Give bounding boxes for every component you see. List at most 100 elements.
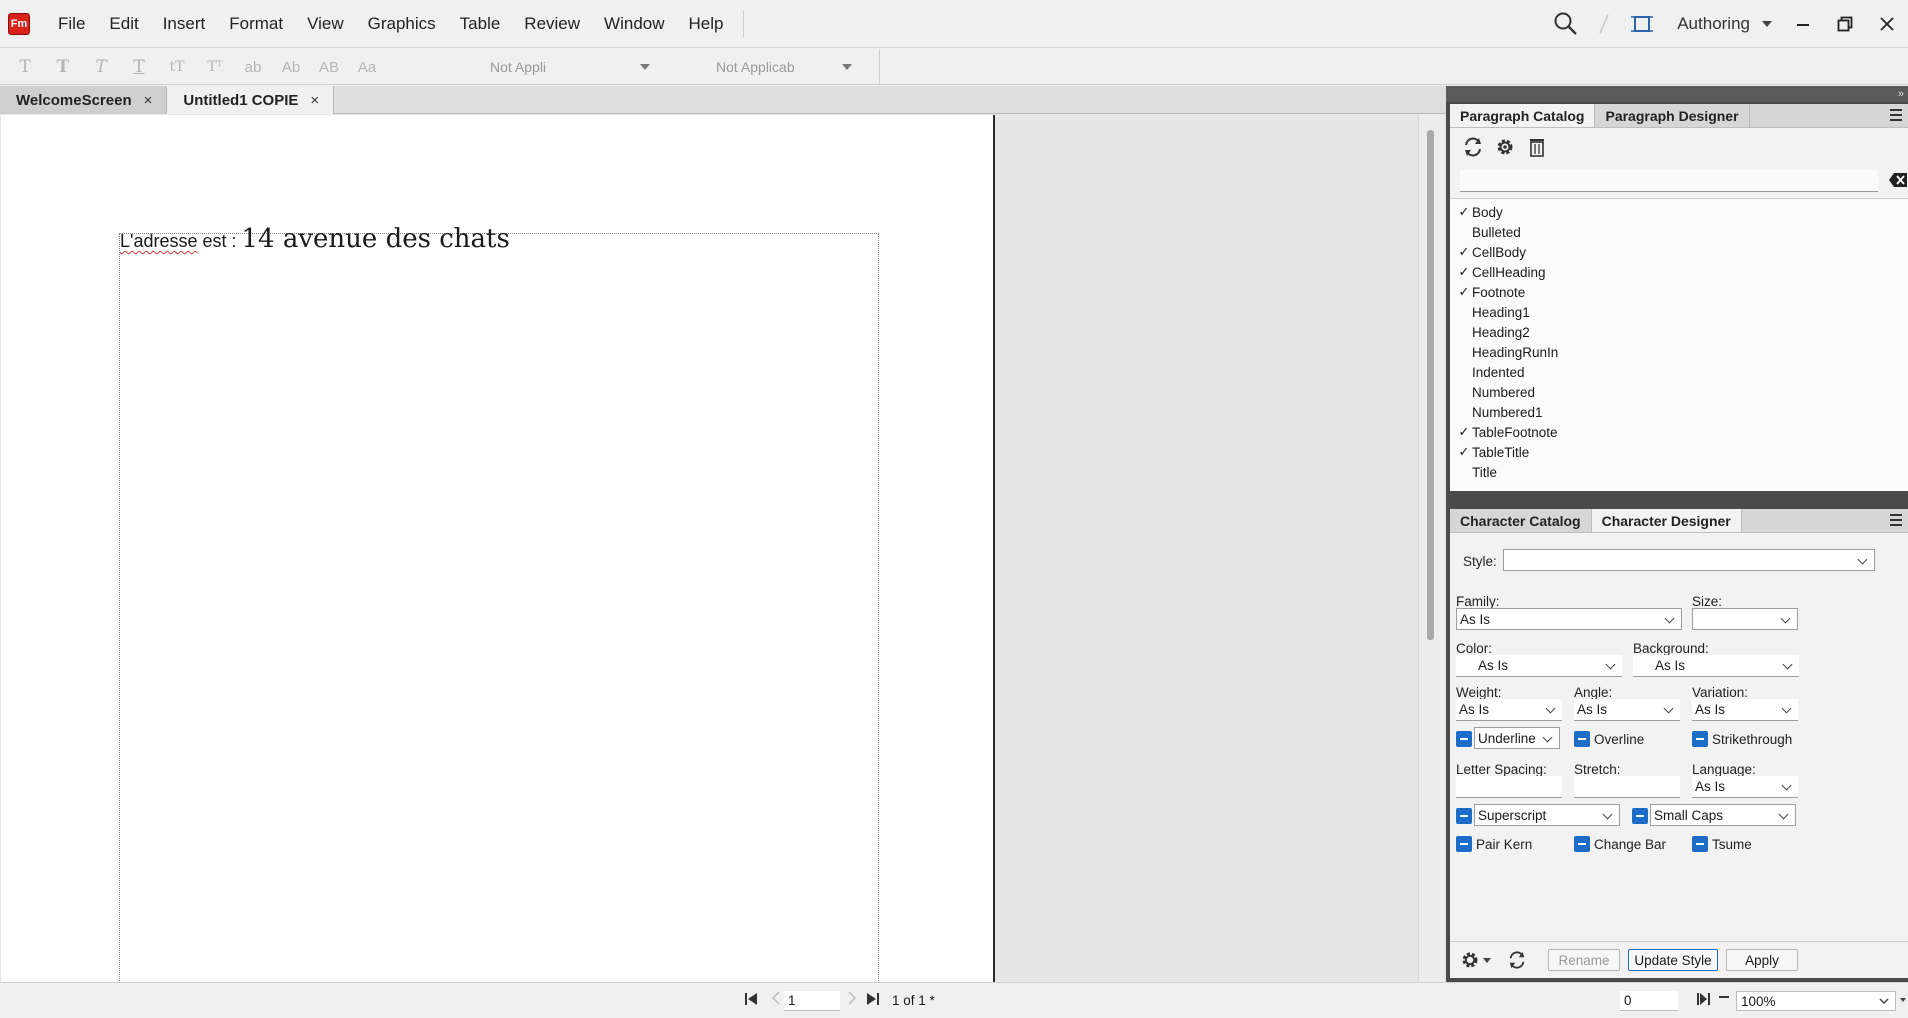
tab-character-designer[interactable]: Character Designer	[1591, 509, 1742, 532]
tab-paragraph-catalog[interactable]: Paragraph Catalog	[1450, 104, 1596, 127]
close-window-button[interactable]	[1866, 6, 1908, 42]
menu-format[interactable]: Format	[217, 0, 295, 48]
list-item[interactable]: ✓ CellHeading	[1450, 262, 1908, 282]
list-item[interactable]: ✓ TableTitle	[1450, 442, 1908, 462]
refresh-icon[interactable]	[1460, 134, 1486, 160]
letter-spacing-field[interactable]	[1456, 776, 1562, 798]
list-item[interactable]: HeadingRunIn	[1450, 342, 1908, 362]
overline-checkbox[interactable]	[1574, 731, 1590, 747]
first-page-button[interactable]	[744, 991, 758, 1007]
zoom-out-button[interactable]	[1718, 991, 1730, 1003]
tab-paragraph-designer[interactable]: Paragraph Designer	[1595, 104, 1750, 127]
superscript-checkbox[interactable]	[1456, 808, 1472, 824]
menu-view[interactable]: View	[295, 0, 356, 48]
document-page[interactable]: L'adresse est : 14 avenue des chats	[1, 115, 995, 983]
color-select[interactable]: As Is	[1456, 655, 1622, 677]
apply-button[interactable]: Apply	[1726, 949, 1798, 971]
collapse-panels-icon[interactable]: »	[1446, 86, 1908, 102]
vertical-scrollbar-thumb[interactable]	[1427, 130, 1434, 640]
panel-menu-icon[interactable]	[1890, 109, 1902, 121]
status-more-icon[interactable]	[1900, 997, 1906, 1003]
menu-insert[interactable]: Insert	[151, 0, 218, 48]
pair-kern-checkbox[interactable]	[1456, 836, 1472, 852]
document-canvas[interactable]: L'adresse est : 14 avenue des chats	[0, 114, 1446, 983]
gear-icon[interactable]	[1492, 134, 1518, 160]
list-item[interactable]: Heading2	[1450, 322, 1908, 342]
rename-button[interactable]: Rename	[1548, 949, 1620, 971]
variation-select[interactable]: As Is	[1692, 699, 1798, 721]
underline-select[interactable]: Underline	[1474, 727, 1560, 749]
tab-character-catalog[interactable]: Character Catalog	[1450, 509, 1592, 532]
lowercase-icon[interactable]: ab	[234, 59, 272, 76]
tab-welcomescreen[interactable]: WelcomeScreen ×	[0, 86, 168, 114]
superscript-select[interactable]: Superscript	[1474, 804, 1620, 826]
size-select[interactable]	[1692, 608, 1798, 630]
italic-icon[interactable]: T	[82, 57, 120, 77]
list-item[interactable]: Numbered	[1450, 382, 1908, 402]
family-select[interactable]: As Is	[1456, 608, 1682, 630]
page-number-input[interactable]: 1	[784, 991, 840, 1011]
superscript-icon[interactable]: Tᵀ	[196, 59, 234, 75]
delete-icon[interactable]	[1524, 134, 1550, 160]
search-icon[interactable]	[1551, 9, 1581, 39]
clear-search-icon[interactable]	[1888, 172, 1908, 188]
workspace-switcher[interactable]: Authoring	[1677, 14, 1772, 34]
list-item[interactable]: ✓ Body	[1450, 202, 1908, 222]
small-caps-select[interactable]: Small Caps	[1650, 804, 1796, 826]
last-page-button[interactable]	[866, 991, 880, 1007]
crop-frame-icon[interactable]	[1627, 9, 1657, 39]
angle-select[interactable]: As Is	[1574, 699, 1680, 721]
menu-window[interactable]: Window	[592, 0, 676, 48]
menu-edit[interactable]: Edit	[97, 0, 150, 48]
list-item[interactable]: Indented	[1450, 362, 1908, 382]
list-item[interactable]: ✓ TableFootnote	[1450, 422, 1908, 442]
list-item[interactable]: ✓ CellBody	[1450, 242, 1908, 262]
underline-checkbox[interactable]	[1456, 731, 1472, 747]
list-item[interactable]: Numbered1	[1450, 402, 1908, 422]
stretch-field[interactable]	[1574, 776, 1680, 798]
coordinate-input[interactable]: 0	[1620, 991, 1678, 1011]
uppercase-icon[interactable]: AB	[310, 59, 348, 76]
menu-graphics[interactable]: Graphics	[356, 0, 448, 48]
titlecase-icon[interactable]: Ab	[272, 59, 310, 76]
minimize-button[interactable]	[1782, 6, 1824, 42]
style-select[interactable]	[1503, 549, 1875, 571]
list-item[interactable]: Bulleted	[1450, 222, 1908, 242]
tsume-checkbox[interactable]	[1692, 836, 1708, 852]
next-page-button[interactable]	[848, 991, 856, 1005]
change-bar-checkbox[interactable]	[1574, 836, 1590, 852]
small-caps-checkbox[interactable]	[1632, 808, 1648, 824]
weight-select[interactable]: As Is	[1456, 699, 1562, 721]
previous-page-button[interactable]	[772, 991, 780, 1005]
bold-icon[interactable]: T	[44, 57, 82, 77]
text-frame[interactable]: L'adresse est : 14 avenue des chats	[119, 224, 879, 983]
language-select[interactable]: As Is	[1692, 776, 1798, 798]
paragraph-format-select[interactable]: Not Appli	[490, 55, 650, 79]
panel-menu-icon[interactable]	[1890, 514, 1902, 526]
document-text-line[interactable]: L'adresse est : 14 avenue des chats	[120, 224, 510, 254]
list-item[interactable]: ✓ Footnote	[1450, 282, 1908, 302]
zoom-select[interactable]: 100%	[1736, 991, 1896, 1011]
catalog-search-input[interactable]	[1460, 170, 1878, 192]
change-case-icon[interactable]: Aa	[348, 59, 386, 76]
list-item[interactable]: Title	[1450, 462, 1908, 482]
list-item[interactable]: Heading1	[1450, 302, 1908, 322]
character-format-select[interactable]: Not Applicab	[716, 55, 852, 79]
close-icon[interactable]: ×	[144, 92, 153, 109]
refresh-icon[interactable]	[1506, 949, 1528, 971]
close-icon[interactable]: ×	[310, 92, 319, 109]
menu-review[interactable]: Review	[512, 0, 592, 48]
tab-untitled1-copie[interactable]: Untitled1 COPIE ×	[167, 86, 335, 114]
strikethrough-checkbox[interactable]	[1692, 731, 1708, 747]
menu-table[interactable]: Table	[448, 0, 513, 48]
update-style-button[interactable]: Update Style	[1628, 949, 1718, 971]
zoom-toggle-button[interactable]	[1696, 991, 1712, 1007]
menu-file[interactable]: File	[46, 0, 97, 48]
restore-button[interactable]	[1824, 6, 1866, 42]
menu-help[interactable]: Help	[677, 0, 736, 48]
subscript-icon[interactable]: tT	[158, 59, 196, 75]
plain-text-icon[interactable]: T	[6, 57, 44, 77]
background-select[interactable]: As Is	[1633, 655, 1799, 677]
underline-icon[interactable]: T	[120, 57, 158, 77]
command-menu-button[interactable]	[1460, 949, 1500, 971]
